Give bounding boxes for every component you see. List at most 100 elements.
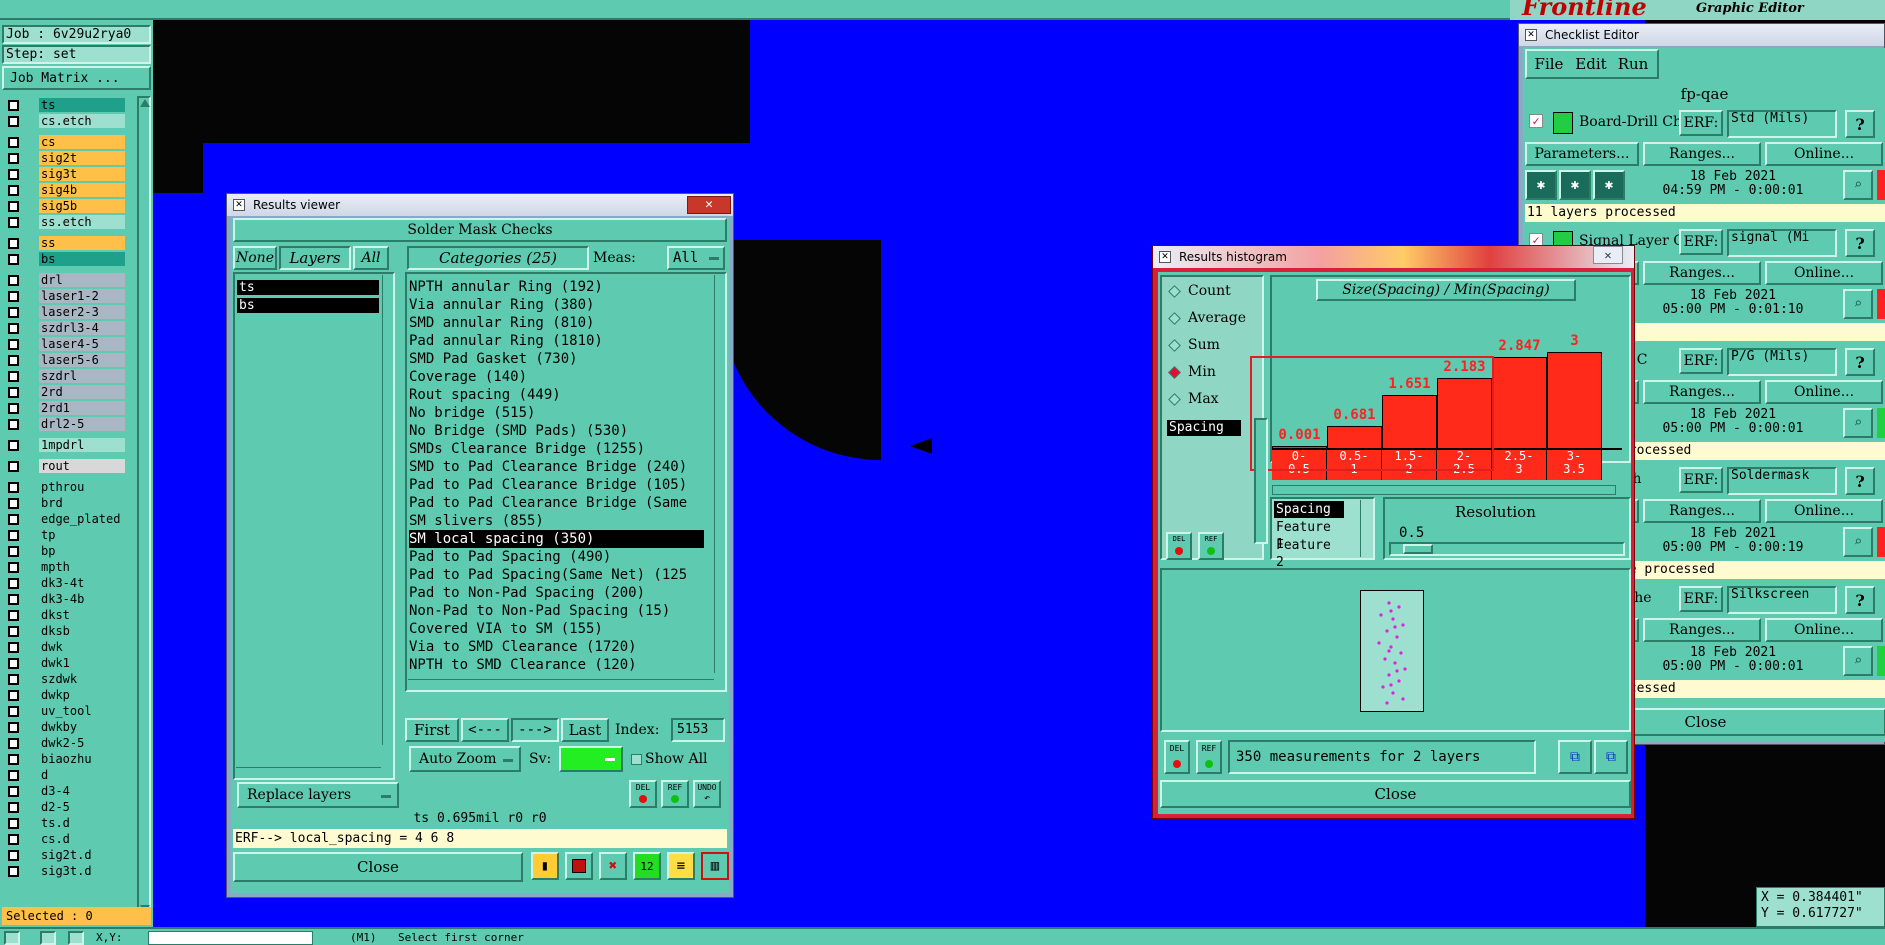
checklist-item[interactable]: ✓ Board-Drill CheERF:Std (Mils)? Parameter… — [1523, 108, 1885, 226]
help-button[interactable]: ? — [1845, 467, 1875, 495]
layer-row[interactable]: szdrl3-4 — [6, 321, 125, 335]
list-ref-button[interactable]: REF — [1198, 532, 1224, 560]
layer-list[interactable]: ts cs.etch cs sig2t sig3t sig4b sig5b ss.etch ss… — [0, 96, 136, 916]
layer-checkbox[interactable] — [8, 562, 19, 573]
layer-row[interactable]: ts — [6, 98, 125, 112]
category-item[interactable]: Pad to Pad Spacing (490) — [409, 548, 704, 566]
category-item[interactable]: SMD Pad Gasket (730) — [409, 350, 704, 368]
layer-checkbox[interactable] — [8, 153, 19, 164]
online-button[interactable]: Online... — [1765, 142, 1883, 166]
category-item[interactable]: Coverage (140) — [409, 368, 704, 386]
category-item[interactable]: NPTH annular Ring (192) — [409, 278, 704, 296]
layer-checkbox[interactable] — [8, 866, 19, 877]
layers-list-hscroll[interactable] — [236, 767, 381, 777]
ref-button[interactable]: REF — [661, 780, 689, 808]
layer-checkbox[interactable] — [8, 546, 19, 557]
feature-list-item[interactable]: Feature 2 — [1274, 537, 1344, 570]
layer-checkbox[interactable] — [8, 802, 19, 813]
online-button[interactable]: Online... — [1765, 261, 1883, 285]
layer-checkbox[interactable] — [8, 387, 19, 398]
red-box-icon[interactable] — [565, 852, 593, 880]
erf-value[interactable]: signal (Mi — [1727, 229, 1837, 257]
histogram-bar[interactable] — [1547, 352, 1602, 448]
ranges-button[interactable]: Ranges... — [1643, 261, 1761, 285]
layer-checkbox[interactable] — [8, 201, 19, 212]
run-action-icon[interactable]: ✱ — [1593, 170, 1625, 200]
layer-row[interactable]: dk3-4t — [6, 576, 125, 590]
layer-row[interactable]: cs.d — [6, 832, 125, 846]
histogram-bar[interactable] — [1492, 357, 1547, 448]
layer-checkbox[interactable] — [8, 217, 19, 228]
layer-checkbox[interactable] — [8, 674, 19, 685]
layer-row[interactable]: d — [6, 768, 125, 782]
resolution-slider-thumb[interactable] — [1403, 544, 1433, 554]
layer-list-scrollbar[interactable] — [137, 96, 151, 916]
next-button[interactable]: ---> — [511, 718, 559, 742]
feature-list-scrollbar[interactable] — [1360, 500, 1372, 557]
layer-row[interactable]: d3-4 — [6, 784, 125, 798]
resolution-slider[interactable] — [1389, 542, 1625, 556]
layer-row[interactable]: ss.etch — [6, 215, 125, 229]
layer-row[interactable]: sig3t — [6, 167, 125, 181]
scroll-up-arrow[interactable] — [140, 99, 150, 107]
layers-button[interactable]: Layers — [279, 246, 351, 270]
layer-checkbox[interactable] — [8, 530, 19, 541]
auto-zoom-dropdown[interactable]: Auto Zoom — [409, 746, 521, 772]
layer-row[interactable]: dwk1 — [6, 656, 125, 670]
layer-row[interactable]: sig2t — [6, 151, 125, 165]
radio-diamond-icon[interactable] — [1168, 366, 1181, 379]
layers-list-vscroll[interactable] — [382, 275, 392, 745]
ranges-button[interactable]: Ranges... — [1643, 499, 1761, 523]
layer-list-item[interactable]: bs — [237, 298, 379, 313]
layer-list-item[interactable]: ts — [237, 280, 379, 295]
histogram-hscroll[interactable] — [1272, 485, 1616, 495]
erf-button[interactable]: ERF: — [1679, 467, 1723, 493]
radio-diamond-icon[interactable] — [1168, 312, 1181, 325]
layer-checkbox[interactable] — [8, 323, 19, 334]
layer-checkbox[interactable] — [8, 355, 19, 366]
category-item[interactable]: Via to SMD Clearance (1720) — [409, 638, 704, 656]
layer-row[interactable]: tp — [6, 528, 125, 542]
help-button[interactable]: ? — [1845, 229, 1875, 257]
layer-row[interactable]: sig3t.d — [6, 864, 125, 878]
categories-hscroll[interactable] — [408, 679, 714, 689]
erf-button[interactable]: ERF: — [1679, 229, 1723, 255]
layer-checkbox[interactable] — [8, 371, 19, 382]
layer-checkbox[interactable] — [8, 722, 19, 733]
radio-diamond-icon[interactable] — [1168, 285, 1181, 298]
layer-row[interactable]: dk3-4b — [6, 592, 125, 606]
last-button[interactable]: Last — [561, 718, 609, 742]
histogram-list[interactable]: Spacing — [1165, 418, 1268, 544]
zoom-icon[interactable]: ⌕ — [1843, 408, 1873, 438]
layer-row[interactable]: bs — [6, 252, 125, 266]
layer-checkbox[interactable] — [8, 169, 19, 180]
window-close-x-icon[interactable]: ✕ — [1525, 29, 1537, 41]
layer-row[interactable]: szdwk — [6, 672, 125, 686]
results-viewer-close-button[interactable]: Close — [233, 852, 523, 882]
layer-row[interactable]: sig2t.d — [6, 848, 125, 862]
layer-checkbox[interactable] — [8, 754, 19, 765]
del-button[interactable]: DEL — [629, 780, 657, 808]
erf-button[interactable]: ERF: — [1679, 348, 1723, 374]
layer-checkbox[interactable] — [8, 137, 19, 148]
layer-row[interactable]: rout — [6, 459, 125, 473]
layer-checkbox[interactable] — [8, 419, 19, 430]
layer-checkbox[interactable] — [8, 786, 19, 797]
layer-checkbox[interactable] — [8, 307, 19, 318]
layer-row[interactable]: brd — [6, 496, 125, 510]
window-close-button[interactable]: ✕ — [1593, 246, 1623, 264]
category-item[interactable]: NPTH to SMD Clearance (120) — [409, 656, 704, 674]
layer-row[interactable]: sig4b — [6, 183, 125, 197]
first-button[interactable]: First — [405, 718, 459, 742]
histogram-icon[interactable]: ▥ — [701, 852, 729, 880]
prev-button[interactable]: <--- — [461, 718, 509, 742]
layer-checkbox[interactable] — [8, 594, 19, 605]
layer-checkbox[interactable] — [8, 254, 19, 265]
layer-row[interactable]: bp — [6, 544, 125, 558]
category-item[interactable]: Pad to Pad Clearance Bridge (105) — [409, 476, 704, 494]
layer-row[interactable]: laser4-5 — [6, 337, 125, 351]
layer-row[interactable]: 1mpdrl — [6, 438, 125, 452]
layer-checkbox[interactable] — [8, 690, 19, 701]
tool-icon[interactable] — [68, 931, 84, 945]
tool-icon[interactable] — [4, 931, 20, 945]
